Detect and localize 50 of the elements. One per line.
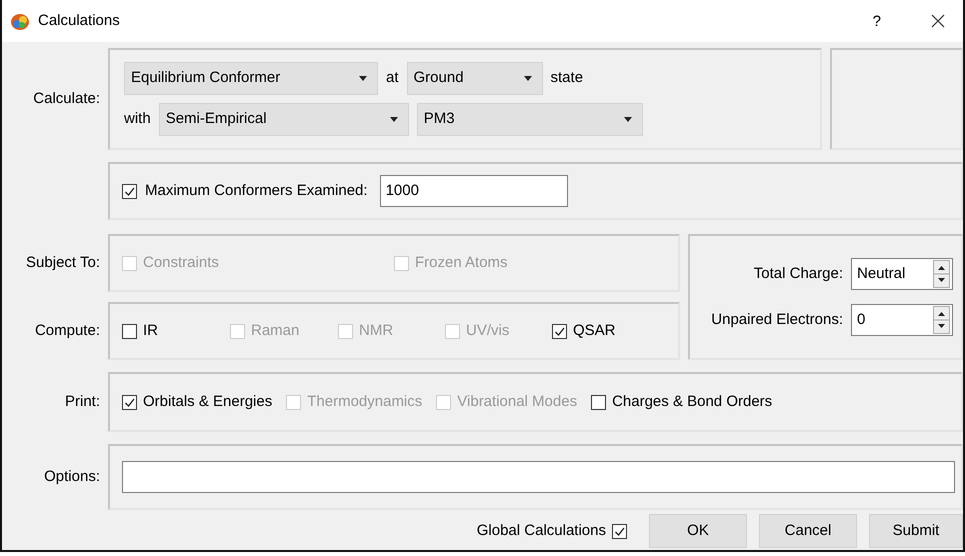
field-label: Subject To: (25, 252, 101, 273)
checkbox-label: Thermodynamics (307, 392, 422, 412)
checkbox[interactable] (122, 184, 137, 198)
field-label: Print: (64, 392, 101, 412)
help-button[interactable]: ? (862, 14, 891, 28)
dropdown[interactable]: Semi-Empirical (158, 103, 409, 136)
checkbox-label: QSAR (573, 320, 616, 341)
connector-text: state (550, 68, 584, 88)
checkbox[interactable] (122, 324, 137, 338)
checkbox-label: UV/vis (466, 320, 510, 341)
field-label: Unpaired Electrons: (711, 310, 843, 330)
checkbox[interactable] (552, 324, 567, 338)
dropdown[interactable]: Equilibrium Conformer (124, 62, 378, 95)
checkbox-label: Charges & Bond Orders (612, 392, 772, 412)
checkbox[interactable] (612, 524, 627, 538)
dropdown[interactable]: PM3 (416, 103, 643, 136)
checkbox[interactable] (122, 394, 137, 410)
close-icon[interactable] (931, 14, 945, 28)
checkbox-label: Raman (251, 320, 300, 341)
dialog-button[interactable]: Cancel (759, 514, 857, 548)
dialog-button[interactable]: OK (649, 514, 747, 548)
checkbox[interactable] (591, 394, 606, 410)
spinner-icon (933, 306, 950, 334)
checkbox-label: IR (143, 320, 158, 341)
checkbox-label: Constraints (143, 253, 219, 273)
checkbox-label: Vibrational Modes (457, 392, 578, 412)
caret-icon (624, 117, 632, 122)
checkbox-label: NMR (359, 320, 394, 341)
caret-icon (524, 76, 532, 81)
connector-text: at (386, 68, 399, 88)
spinner-icon (933, 260, 950, 288)
app-logo-icon (10, 11, 30, 31)
window-title: Calculations (38, 10, 121, 31)
checkbox-label: Frozen Atoms (415, 253, 508, 273)
caret-icon (390, 117, 398, 122)
caret-icon (359, 76, 367, 81)
checkbox-label: Global Calculations (476, 520, 606, 541)
dialog-button[interactable]: Submit (869, 514, 963, 548)
checkbox-label: Orbitals & Energies (143, 392, 272, 412)
text-field[interactable] (122, 461, 955, 493)
dropdown[interactable]: Ground (406, 62, 543, 95)
field-label: Calculate: (32, 88, 101, 109)
connector-text: with (124, 109, 151, 130)
field-label: Options: (43, 466, 101, 487)
spin-field[interactable]: 0 (851, 304, 953, 336)
field-label: Total Charge: (754, 264, 843, 284)
number-field[interactable]: 1000 (380, 175, 568, 207)
checkbox-label: Maximum Conformers Examined: (145, 180, 368, 201)
spin-field[interactable]: Neutral (851, 258, 953, 290)
field-label: Compute: (34, 320, 101, 341)
